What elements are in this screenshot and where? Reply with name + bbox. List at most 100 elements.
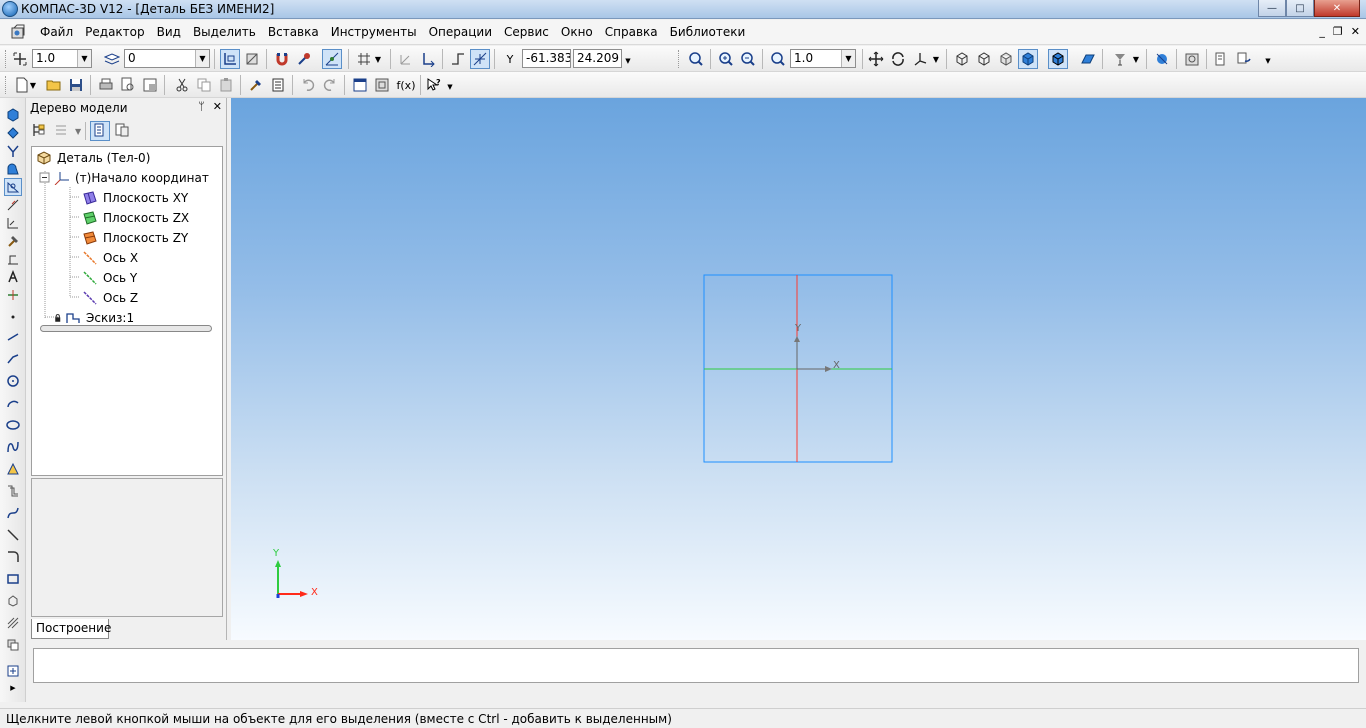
paste-icon[interactable] <box>216 75 236 95</box>
zoom-in-icon[interactable] <box>716 49 736 69</box>
layer-combo[interactable]: 0 ▼ <box>124 49 210 68</box>
tree-node-axis-z[interactable]: Ось Z <box>82 289 138 307</box>
step-combo[interactable]: 1.0 ▼ <box>32 49 92 68</box>
print-icon[interactable] <box>96 75 116 95</box>
function-icon[interactable]: f(x) <box>394 75 418 95</box>
step-cursor-icon[interactable] <box>10 49 30 69</box>
variables-icon[interactable] <box>372 75 392 95</box>
round-off-icon[interactable] <box>470 49 490 69</box>
text-style-icon[interactable] <box>4 268 22 286</box>
document-icon[interactable] <box>10 24 26 40</box>
ortho-mode-icon[interactable] <box>220 49 240 69</box>
undo-icon[interactable] <box>298 75 318 95</box>
tree-node-plane-xy[interactable]: Плоскость XY <box>82 189 188 207</box>
revolve-icon[interactable] <box>4 160 22 178</box>
mdi-restore-button[interactable]: ❐ <box>1333 25 1343 38</box>
zoom-combo[interactable]: 1.0 ▼ <box>790 49 856 68</box>
perspective-icon[interactable] <box>1078 49 1098 69</box>
model-viewport[interactable]: Y X Y X <box>231 98 1366 640</box>
tree-details-icon[interactable] <box>114 122 132 140</box>
tree-order-icon[interactable] <box>53 122 71 140</box>
constraint-icon[interactable] <box>4 214 22 232</box>
orientation-icon[interactable] <box>910 49 930 69</box>
hatch-icon[interactable] <box>4 614 22 632</box>
library-icon[interactable] <box>1182 49 1202 69</box>
minimize-button[interactable]: — <box>1258 0 1286 17</box>
break-line-icon[interactable] <box>448 49 468 69</box>
extrude-icon[interactable] <box>4 124 22 142</box>
arc-icon[interactable] <box>4 394 22 412</box>
rotate-icon[interactable] <box>888 49 908 69</box>
insert-icon[interactable] <box>4 662 22 680</box>
parametric-mode-icon[interactable] <box>242 49 262 69</box>
toolbar-overflow-icon[interactable]: ▼ <box>624 54 632 68</box>
tree-toggle-icon[interactable] <box>350 75 370 95</box>
tree-node-origin[interactable]: (т)Начало координат <box>54 169 209 187</box>
panel-close-button[interactable]: ✕ <box>213 100 222 113</box>
maximize-button[interactable]: □ <box>1286 0 1314 17</box>
hidden-lines-icon[interactable] <box>974 49 994 69</box>
toolbar-overflow-icon[interactable]: ▼ <box>1264 54 1272 68</box>
chevron-down-icon[interactable]: ▼ <box>195 50 209 67</box>
shaded-edges-icon[interactable] <box>1048 49 1068 69</box>
chevron-down-icon[interactable]: ▼ <box>28 75 38 95</box>
wireframe-icon[interactable] <box>952 49 972 69</box>
shaded-icon[interactable] <box>1018 49 1038 69</box>
chamfer-icon[interactable] <box>4 548 22 566</box>
menu-service[interactable]: Сервис <box>498 25 555 39</box>
toolbar-overflow-icon[interactable]: ▼ <box>446 80 454 94</box>
polyline-icon[interactable] <box>4 350 22 368</box>
spline-icon[interactable] <box>4 438 22 456</box>
chevron-down-icon[interactable]: ▼ <box>930 49 942 69</box>
chevron-down-icon[interactable]: ▼ <box>1130 49 1142 69</box>
menu-file[interactable]: Файл <box>34 25 79 39</box>
preview-icon[interactable] <box>118 75 138 95</box>
properties-icon[interactable] <box>140 75 160 95</box>
snap-angle-icon[interactable] <box>322 49 342 69</box>
bezier-icon[interactable] <box>4 504 22 522</box>
manager-icon[interactable] <box>268 75 288 95</box>
open-folder-icon[interactable] <box>44 75 64 95</box>
rectangle-icon[interactable] <box>4 570 22 588</box>
cube-icon[interactable] <box>4 106 22 124</box>
tab-construction[interactable]: Построение <box>31 619 111 639</box>
toolbar-grip[interactable] <box>5 76 8 94</box>
menu-view[interactable]: Вид <box>151 25 187 39</box>
circle-icon[interactable] <box>4 372 22 390</box>
spec-icon[interactable] <box>1212 49 1232 69</box>
menu-insert[interactable]: Вставка <box>262 25 325 39</box>
tree-view-icon[interactable] <box>90 121 111 141</box>
cut-icon[interactable] <box>172 75 192 95</box>
tree-node-plane-zx[interactable]: Плоскость ZX <box>82 209 189 227</box>
section-icon[interactable] <box>1110 49 1130 69</box>
coord-x-field[interactable]: -61.383 <box>522 49 571 68</box>
filter-y-icon[interactable] <box>4 142 22 160</box>
toolbar-grip[interactable] <box>678 50 681 68</box>
zoom-out-icon[interactable] <box>738 49 758 69</box>
axis-cs-icon[interactable] <box>418 49 438 69</box>
segment-icon[interactable] <box>4 328 22 346</box>
menu-select[interactable]: Выделить <box>187 25 262 39</box>
point-icon[interactable] <box>4 308 22 326</box>
hammer-icon[interactable] <box>4 232 22 250</box>
offset-icon[interactable] <box>4 482 22 500</box>
grid-icon[interactable] <box>354 49 374 69</box>
pin-button[interactable]: ᛘ <box>198 100 205 113</box>
line-through-icon[interactable] <box>4 526 22 544</box>
measure-icon[interactable] <box>4 250 22 268</box>
magnet-snap-icon[interactable] <box>272 49 292 69</box>
zoom-window-icon[interactable] <box>686 49 706 69</box>
tree-node-plane-zy[interactable]: Плоскость ZY <box>82 229 188 247</box>
format-brush-icon[interactable] <box>246 75 266 95</box>
chevron-down-icon[interactable]: ▼ <box>372 49 384 69</box>
context-help-icon[interactable]: ? <box>424 75 444 95</box>
tree-structure-icon[interactable] <box>31 122 49 140</box>
menu-tools[interactable]: Инструменты <box>325 25 423 39</box>
horizontal-scrollbar[interactable] <box>40 325 212 332</box>
filter-icon[interactable] <box>1152 49 1172 69</box>
close-button[interactable]: ✕ <box>1314 0 1360 17</box>
menu-operations[interactable]: Операции <box>423 25 498 39</box>
pan-icon[interactable] <box>866 49 886 69</box>
tree-node-part[interactable]: Деталь (Тел-0) <box>36 149 150 167</box>
zoom-scale-icon[interactable] <box>768 49 788 69</box>
